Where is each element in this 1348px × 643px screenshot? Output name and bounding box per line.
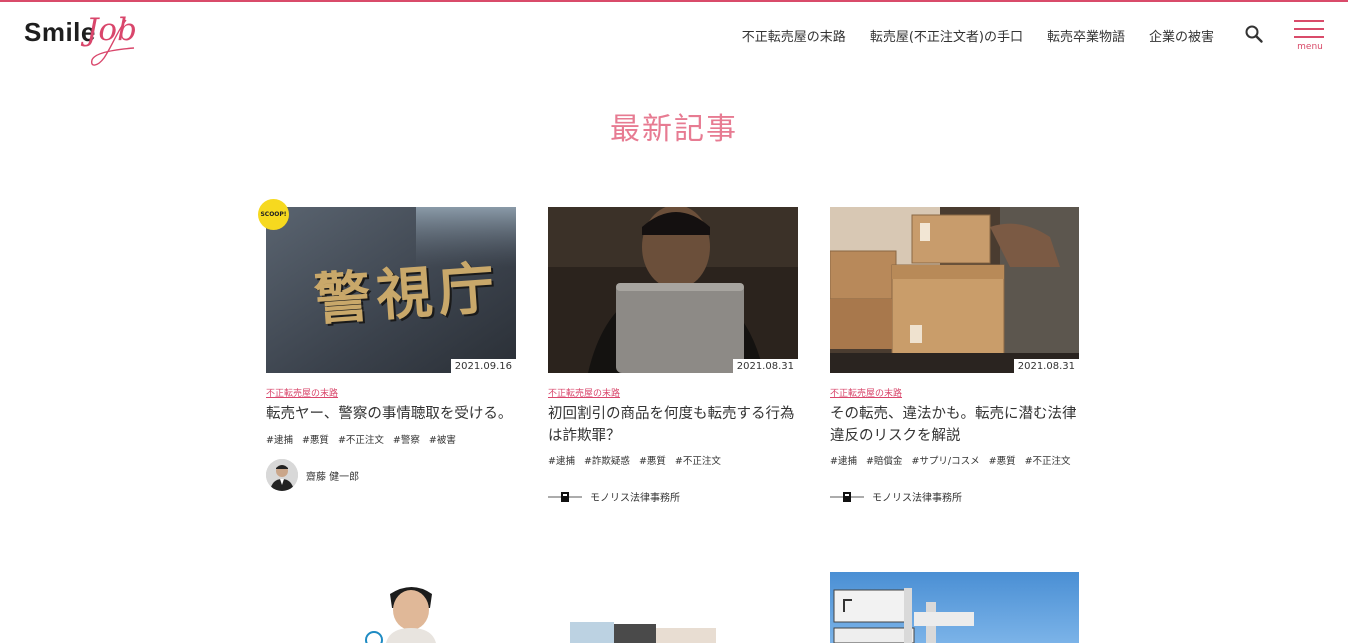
tag-link[interactable]: #逮捕	[266, 432, 293, 446]
top-accent-line	[0, 0, 1348, 2]
law-firm-logo-icon	[548, 491, 582, 502]
nav-item-graduation-story[interactable]: 転売卒業物語	[1047, 26, 1125, 45]
article-thumbnail[interactable]	[360, 572, 450, 643]
tag-link[interactable]: #サプリ/コスメ	[911, 453, 979, 467]
laptop-man-image	[548, 207, 798, 373]
article-tags: #逮捕 #詐欺疑惑 #悪質 #不正注文	[548, 453, 721, 467]
article-thumbnail[interactable]	[548, 572, 798, 643]
article-author[interactable]: モノリス法律事務所	[830, 489, 962, 504]
section-title: 最新記事	[610, 112, 738, 147]
article-category-link[interactable]: 不正転売屋の末路	[548, 386, 620, 399]
article-author[interactable]: 齋藤 健一郎	[266, 459, 359, 491]
author-name: モノリス法律事務所	[872, 493, 962, 504]
article-tags: #逮捕 #賠償金 #サプリ/コスメ #悪質 #不正注文	[830, 453, 1071, 467]
tag-link[interactable]: #被害	[429, 432, 456, 446]
article-tags: #逮捕 #悪質 #不正注文 #警察 #被害	[266, 432, 456, 446]
main-nav: 不正転売屋の末路 転売屋(不正注文者)の手口 転売卒業物語 企業の被害	[742, 26, 1214, 45]
tag-link[interactable]: #不正注文	[1025, 453, 1071, 467]
nav-item-methods[interactable]: 転売屋(不正注文者)の手口	[870, 26, 1023, 45]
author-avatar	[266, 459, 298, 491]
site-logo[interactable]: Smile Job	[24, 10, 137, 66]
article-author[interactable]: モノリス法律事務所	[548, 489, 680, 504]
signpost-image	[830, 572, 1079, 643]
person-image	[360, 572, 450, 643]
author-name: モノリス法律事務所	[590, 493, 680, 504]
article-thumbnail[interactable]: 警視庁 2021.09.16	[266, 207, 516, 373]
article-title[interactable]: 転売ヤー、警察の事情聴取を受ける。	[266, 403, 516, 425]
hamburger-icon-bar	[1294, 20, 1324, 22]
logo-text-job: Job	[86, 12, 137, 48]
article-date: 2021.09.16	[450, 359, 516, 373]
nav-item-company-damage[interactable]: 企業の被害	[1149, 26, 1214, 45]
tag-link[interactable]: #不正注文	[675, 453, 721, 467]
tag-link[interactable]: #警察	[393, 432, 420, 446]
image-caption-text: 警視庁	[312, 254, 503, 334]
tag-link[interactable]: #悪質	[989, 453, 1016, 467]
article-category-link[interactable]: 不正転売屋の末路	[830, 386, 902, 399]
tag-link[interactable]: #悪質	[639, 453, 666, 467]
scoop-badge: SCOOP!	[258, 199, 289, 230]
author-name: 齋藤 健一郎	[306, 471, 360, 483]
article-date: 2021.08.31	[732, 359, 798, 373]
article-title[interactable]: その転売、違法かも。転売に潜む法律違反のリスクを解説	[830, 403, 1079, 447]
article-thumbnail[interactable]	[830, 572, 1079, 643]
tag-link[interactable]: #賠償金	[866, 453, 902, 467]
article-thumbnail[interactable]: 2021.08.31	[830, 207, 1079, 373]
cardboard-boxes-image	[830, 207, 1079, 373]
law-firm-logo-icon	[830, 491, 864, 502]
tag-link[interactable]: #逮捕	[548, 453, 575, 467]
shopping-bags-image	[548, 572, 798, 643]
article-thumbnail[interactable]: 2021.08.31	[548, 207, 798, 373]
nav-item-fraud-end[interactable]: 不正転売屋の末路	[742, 26, 846, 45]
hamburger-icon-bar	[1294, 36, 1324, 38]
article-title[interactable]: 初回割引の商品を何度も転売する行為は詐欺罪？	[548, 403, 798, 447]
article-category-link[interactable]: 不正転売屋の末路	[266, 386, 338, 399]
tag-link[interactable]: #悪質	[302, 432, 329, 446]
tag-link[interactable]: #詐欺疑惑	[584, 453, 630, 467]
tag-link[interactable]: #逮捕	[830, 453, 857, 467]
menu-label: menu	[1297, 42, 1323, 52]
search-icon[interactable]	[1244, 24, 1264, 44]
menu-button[interactable]: menu	[1292, 18, 1328, 54]
article-date: 2021.08.31	[1013, 359, 1079, 373]
hamburger-icon-bar	[1294, 28, 1324, 30]
tag-link[interactable]: #不正注文	[338, 432, 384, 446]
